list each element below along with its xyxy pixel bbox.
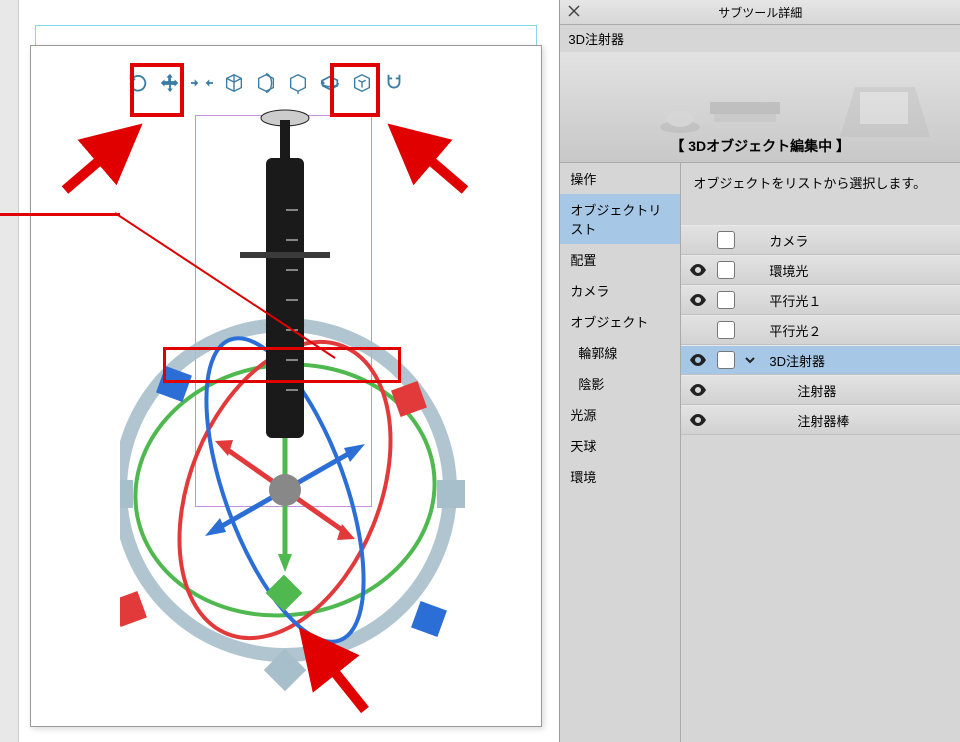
ruler-vertical — [0, 0, 19, 742]
lock-checkbox[interactable] — [717, 261, 735, 279]
subtool-detail-panel: サブツール詳細 3D注射器 【 3Dオブジェクト編集中 】 操作オブジェクトリス… — [559, 0, 960, 742]
lock-checkbox[interactable] — [717, 291, 735, 309]
object-label: カメラ — [765, 231, 960, 250]
object-label: 平行光１ — [765, 291, 960, 310]
object-row[interactable]: 平行光１ — [681, 285, 960, 315]
lock-checkbox[interactable] — [717, 321, 735, 339]
object-vertical-rotate-icon[interactable] — [253, 70, 279, 96]
category-item[interactable]: 配置 — [560, 244, 680, 275]
close-icon[interactable] — [566, 3, 582, 19]
object-snap-icon[interactable] — [285, 70, 311, 96]
lock-checkbox[interactable] — [717, 351, 735, 369]
syringe-3d-object — [240, 110, 330, 438]
object-label: 注射器 — [793, 381, 960, 400]
object-row[interactable]: 3D注射器 — [681, 345, 960, 375]
object-row[interactable]: 注射器 — [681, 375, 960, 405]
panel-header-graphic: 【 3Dオブジェクト編集中 】 — [560, 52, 960, 163]
panel-title-bar: サブツール詳細 — [560, 0, 960, 25]
gizmo-3d-manipulator[interactable] — [120, 100, 535, 730]
category-item[interactable]: 天球 — [560, 430, 680, 461]
object-row[interactable]: 平行光２ — [681, 315, 960, 345]
canvas-area[interactable] — [0, 0, 559, 742]
object-move-icon[interactable] — [221, 70, 247, 96]
object-row[interactable]: 環境光 — [681, 255, 960, 285]
category-item[interactable]: オブジェクト — [560, 306, 680, 337]
lock-checkbox[interactable] — [717, 231, 735, 249]
object-rotate-icon[interactable] — [317, 70, 343, 96]
visibility-icon[interactable] — [687, 414, 709, 426]
info-text: オブジェクトをリストから選択します。 — [681, 163, 960, 225]
category-item[interactable]: 陰影 — [560, 368, 680, 399]
object-scale-icon[interactable] — [349, 70, 375, 96]
category-item[interactable]: 光源 — [560, 399, 680, 430]
object-label: 環境光 — [765, 261, 960, 280]
visibility-icon[interactable] — [687, 354, 709, 366]
tool-name: 3D注射器 — [560, 25, 960, 52]
object-row[interactable]: カメラ — [681, 225, 960, 255]
object-label: 平行光２ — [765, 321, 960, 340]
camera-rotate-icon[interactable] — [125, 70, 151, 96]
toolbar-3d — [125, 70, 407, 96]
object-row[interactable]: 注射器棒 — [681, 405, 960, 435]
object-label: 注射器棒 — [793, 411, 960, 430]
category-item[interactable]: 環境 — [560, 461, 680, 492]
category-list: 操作オブジェクトリスト配置カメラオブジェクト輪郭線陰影光源天球環境 — [560, 163, 681, 742]
category-item[interactable]: オブジェクトリスト — [560, 194, 680, 244]
panel-title: サブツール詳細 — [718, 4, 802, 21]
object-label: 3D注射器 — [765, 351, 960, 370]
annotation-underline — [0, 213, 120, 216]
visibility-icon[interactable] — [687, 264, 709, 276]
object-list: カメラ環境光平行光１ 平行光２ 3D注射器注射器注射器棒 — [681, 225, 960, 742]
visibility-icon[interactable] — [687, 294, 709, 306]
camera-zoom-icon[interactable] — [189, 70, 215, 96]
category-item[interactable]: 輪郭線 — [560, 337, 680, 368]
category-item[interactable]: カメラ — [560, 275, 680, 306]
magnet-icon[interactable] — [381, 70, 407, 96]
category-item[interactable]: 操作 — [560, 163, 680, 194]
chevron-down-icon[interactable] — [743, 354, 757, 366]
camera-pan-icon[interactable] — [157, 70, 183, 96]
visibility-icon[interactable] — [687, 384, 709, 396]
